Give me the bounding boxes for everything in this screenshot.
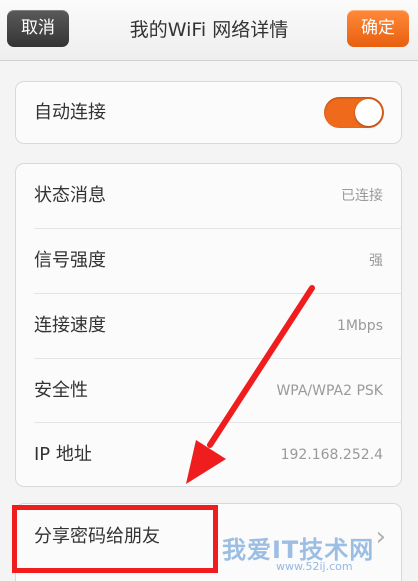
red-arrow-icon — [186, 285, 315, 484]
watermark-url: www.52ij.com — [276, 560, 353, 573]
